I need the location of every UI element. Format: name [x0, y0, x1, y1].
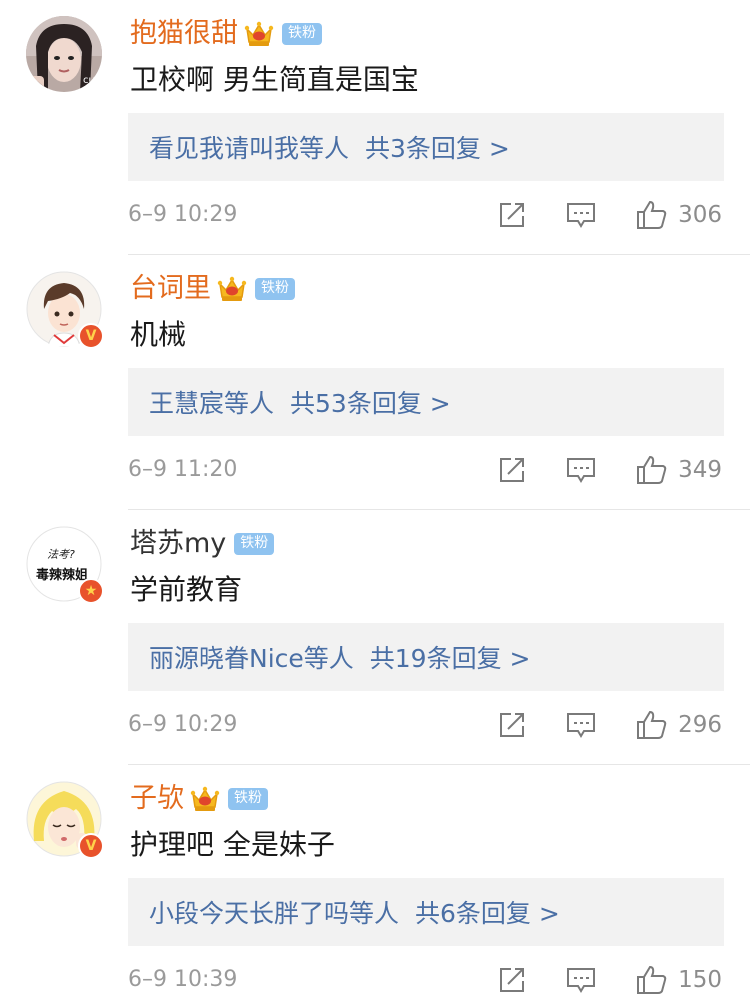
fan-badge: 铁粉 — [228, 788, 268, 810]
share-icon[interactable] — [498, 966, 526, 994]
verified-v-badge: V — [78, 833, 104, 859]
comment-item: V 台词里 铁粉 机械 王慧宸等人 共53条回复 > 6–9 11:20 349 — [0, 255, 750, 510]
name-row: 塔苏my 铁粉 — [130, 524, 275, 564]
thumbs-up-icon[interactable] — [636, 709, 668, 741]
reply-count: 共53条回复 > — [290, 389, 451, 418]
avatar[interactable]: V — [26, 781, 104, 859]
timestamp: 6–9 10:29 — [128, 202, 238, 227]
comment-icon[interactable] — [566, 456, 596, 484]
reply-users: 王慧宸等人 — [149, 389, 275, 418]
replies-link[interactable]: 小段今天长胖了吗等人 共6条回复 > — [128, 878, 724, 946]
timestamp: 6–9 10:29 — [128, 712, 238, 737]
comment-item: cu 抱猫很甜 铁粉 卫校啊 男生简直是国宝 看见我请叫我等人 共3条回复 > 6… — [0, 0, 750, 255]
username[interactable]: 抱猫很甜 — [130, 15, 238, 53]
comment-icon[interactable] — [566, 711, 596, 739]
reply-count: 共6条回复 > — [415, 899, 560, 928]
crown-icon — [244, 21, 274, 46]
reply-users: 小段今天长胖了吗等人 — [149, 899, 400, 928]
comment-text: 学前教育 — [130, 573, 243, 606]
like-count: 349 — [678, 457, 722, 483]
action-bar: 296 — [498, 706, 722, 744]
avatar[interactable]: cu — [26, 16, 102, 92]
share-icon[interactable] — [498, 201, 526, 229]
timestamp: 6–9 11:20 — [128, 457, 238, 482]
comment-text: 机械 — [130, 318, 187, 351]
verified-v-badge: V — [78, 323, 104, 349]
reply-count: 共3条回复 > — [365, 134, 510, 163]
avatar-image: cu — [26, 16, 102, 92]
username[interactable]: 塔苏my — [130, 525, 226, 563]
share-icon[interactable] — [498, 456, 526, 484]
fan-badge: 铁粉 — [255, 278, 295, 300]
action-bar: 349 — [498, 451, 722, 489]
username[interactable]: 台词里 — [130, 270, 211, 308]
action-bar: 150 — [498, 961, 722, 999]
avatar[interactable]: V — [26, 271, 104, 349]
like-count: 306 — [678, 202, 722, 228]
share-icon[interactable] — [498, 711, 526, 739]
username[interactable]: 子欤 — [130, 780, 184, 818]
reply-users: 丽源晓眷Nice等人 — [149, 644, 354, 673]
avatar-overlay-text: cu — [83, 75, 95, 86]
comment-icon[interactable] — [566, 201, 596, 229]
name-row: 台词里 铁粉 — [130, 269, 295, 309]
crown-icon — [217, 276, 247, 301]
replies-link[interactable]: 丽源晓眷Nice等人 共19条回复 > — [128, 623, 724, 691]
action-bar: 306 — [498, 196, 722, 234]
comment-icon[interactable] — [566, 966, 596, 994]
like-count: 150 — [678, 967, 722, 993]
timestamp: 6–9 10:39 — [128, 967, 238, 992]
reply-count: 共19条回复 > — [369, 644, 531, 673]
avatar[interactable]: 法考? 毒辣辣姐 ★ — [26, 526, 104, 604]
thumbs-up-icon[interactable] — [636, 964, 668, 996]
comment-text: 护理吧 全是妹子 — [130, 828, 335, 861]
comment-item: V 子欤 铁粉 护理吧 全是妹子 小段今天长胖了吗等人 共6条回复 > 6–9 1… — [0, 765, 750, 1001]
fan-badge: 铁粉 — [234, 533, 275, 555]
like-count: 296 — [678, 712, 722, 738]
replies-link[interactable]: 看见我请叫我等人 共3条回复 > — [128, 113, 724, 181]
name-row: 子欤 铁粉 — [130, 779, 268, 819]
thumbs-up-icon[interactable] — [636, 199, 668, 231]
comment-item: 法考? 毒辣辣姐 ★ 塔苏my 铁粉 学前教育 丽源晓眷Nice等人 共19条回复… — [0, 510, 750, 765]
replies-link[interactable]: 王慧宸等人 共53条回复 > — [128, 368, 724, 436]
thumbs-up-icon[interactable] — [636, 454, 668, 486]
crown-icon — [190, 786, 220, 811]
reply-users: 看见我请叫我等人 — [149, 134, 350, 163]
name-row: 抱猫很甜 铁粉 — [130, 14, 322, 54]
avatar-text-bottom: 毒辣辣姐 — [36, 567, 88, 583]
verified-star-badge: ★ — [78, 578, 104, 604]
comment-text: 卫校啊 男生简直是国宝 — [130, 63, 419, 96]
fan-badge: 铁粉 — [282, 23, 322, 45]
avatar-text-top: 法考? — [47, 548, 75, 561]
